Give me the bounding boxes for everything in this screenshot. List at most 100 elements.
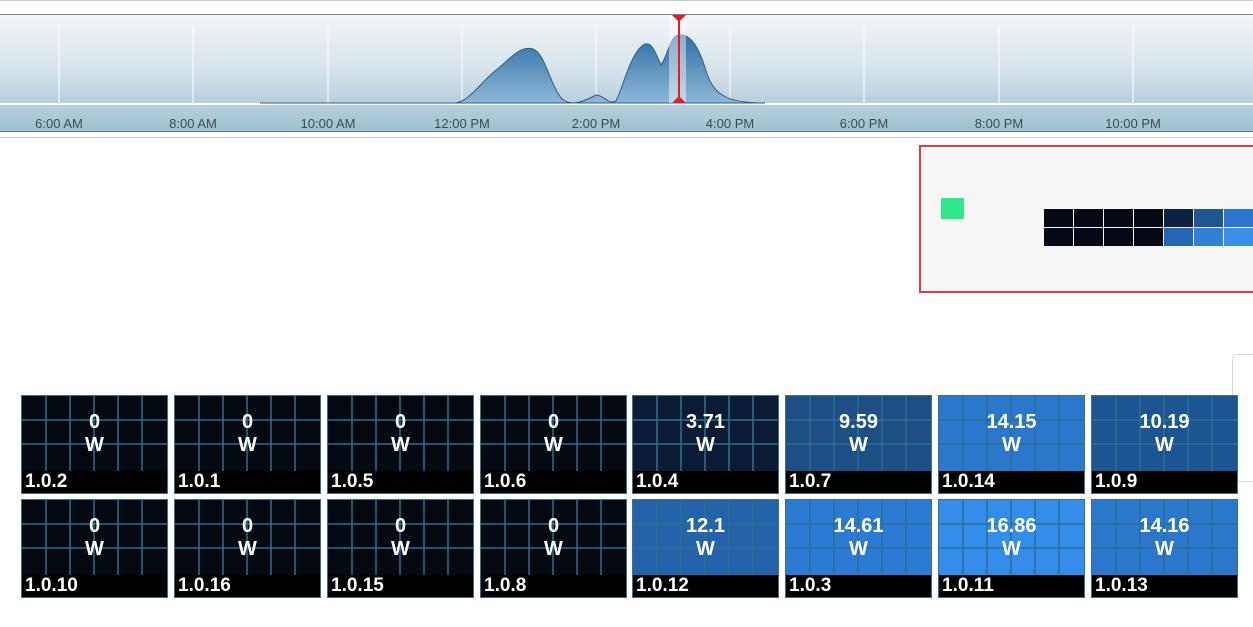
panel-tile[interactable]: 0 W 1.0.6	[480, 395, 627, 494]
tile-power-value: 14.16 W	[1092, 515, 1237, 561]
tile-id-label: 1.0.5	[328, 471, 473, 493]
tile-power-value: 14.15 W	[939, 411, 1084, 457]
panel-tile[interactable]: 10.19 W 1.0.9	[1091, 395, 1238, 494]
legend-scale-cell	[1104, 228, 1133, 246]
tile-power-value: 9.59 W	[786, 411, 931, 457]
panel-tile[interactable]: 14.15 W 1.0.14	[938, 395, 1085, 494]
panel-tile[interactable]: 16.86 W 1.0.11	[938, 499, 1085, 598]
power-unit: W	[1155, 538, 1174, 560]
tile-id-label: 1.0.7	[786, 471, 931, 493]
legend-swatch	[941, 198, 964, 219]
power-number: 3.71	[686, 411, 725, 433]
tile-id-label: 1.0.15	[328, 575, 473, 597]
tile-id-label: 1.0.16	[175, 575, 320, 597]
tile-power-value: 14.61 W	[786, 515, 931, 561]
power-number: 16.86	[986, 515, 1037, 537]
top-border	[0, 0, 1253, 1]
legend-color-scale	[1044, 209, 1253, 246]
legend-scale-cell	[1074, 228, 1103, 246]
selection-window[interactable]	[669, 15, 686, 103]
tile-id-label: 1.0.9	[1092, 471, 1237, 493]
power-unit: W	[1002, 538, 1021, 560]
legend-scale-cell	[1104, 209, 1133, 227]
power-unit: W	[1002, 434, 1021, 456]
power-unit: W	[1155, 434, 1174, 456]
tile-power-value: 0W	[22, 515, 167, 561]
panel-tile[interactable]: 14.16 W 1.0.13	[1091, 499, 1238, 598]
tile-power-value: 0W	[328, 515, 473, 561]
panel-tile[interactable]: 12.1 W 1.0.12	[632, 499, 779, 598]
tile-id-label: 1.0.6	[481, 471, 626, 493]
timeline-chart[interactable]: 6:00 AM 8:00 AM 10:00 AM 12:00 PM 2:00 PM 4:0…	[0, 15, 1253, 131]
panel-tile[interactable]: 0 W 1.0.1	[174, 395, 321, 494]
time-axis-label: 2:00 PM	[572, 116, 620, 131]
power-unit: W	[544, 538, 563, 560]
tile-id-label: 1.0.3	[786, 575, 931, 597]
power-number: 0	[394, 515, 407, 537]
legend-scale-cell	[1134, 228, 1163, 246]
panel-tile[interactable]: 14.61 W 1.0.3	[785, 499, 932, 598]
power-unit: W	[85, 434, 104, 456]
power-unit: W	[391, 434, 410, 456]
legend-scale-cell	[1224, 228, 1253, 246]
legend-scale-cell	[1074, 209, 1103, 227]
power-number: 10.19	[1139, 411, 1190, 433]
power-number: 14.61	[833, 515, 884, 537]
power-unit: W	[696, 434, 715, 456]
power-unit: W	[391, 538, 410, 560]
tile-id-label: 1.0.11	[939, 575, 1084, 597]
tile-power-value: 0W	[481, 515, 626, 561]
legend-scale-cell	[1134, 209, 1163, 227]
tile-power-value: 3.71 W	[633, 411, 778, 457]
timeline-navigator[interactable]: 6:00 AM 8:00 AM 10:00 AM 12:00 PM 2:00 PM 4:0…	[0, 14, 1253, 132]
legend-scale-cell	[1194, 228, 1223, 246]
legend-scale-cell	[1194, 209, 1223, 227]
power-unit: W	[544, 434, 563, 456]
power-unit: W	[85, 538, 104, 560]
tile-power-value: 0W	[175, 411, 320, 457]
tile-id-label: 1.0.13	[1092, 575, 1237, 597]
time-axis-label: 10:00 AM	[301, 116, 356, 131]
panel-tile[interactable]: 0 W 1.0.2	[21, 395, 168, 494]
power-number: 12.1	[686, 515, 725, 537]
power-number: 0	[88, 515, 101, 537]
tile-power-value: 0W	[22, 411, 167, 457]
power-number: 14.16	[1139, 515, 1190, 537]
legend-scale-cell	[1044, 209, 1073, 227]
color-legend-panel	[919, 145, 1253, 293]
panel-tile[interactable]: 0 W 1.0.15	[327, 499, 474, 598]
legend-scale-cell	[1164, 209, 1193, 227]
power-number: 0	[547, 411, 560, 433]
separator	[0, 137, 1253, 138]
power-unit: W	[696, 538, 715, 560]
tile-power-value: 0W	[175, 515, 320, 561]
power-unit: W	[238, 538, 257, 560]
activity-area	[260, 34, 766, 104]
time-axis-label: 4:00 PM	[706, 116, 754, 131]
legend-scale-cell	[1164, 228, 1193, 246]
legend-scale-cell	[1224, 209, 1253, 227]
power-number: 0	[394, 411, 407, 433]
panel-tile[interactable]: 0 W 1.0.16	[174, 499, 321, 598]
tile-power-value: 12.1 W	[633, 515, 778, 561]
panel-tile[interactable]: 0 W 1.0.5	[327, 395, 474, 494]
power-unit: W	[849, 538, 868, 560]
tile-id-label: 1.0.4	[633, 471, 778, 493]
panel-tile[interactable]: 0 W 1.0.8	[480, 499, 627, 598]
tile-power-value: 10.19 W	[1092, 411, 1237, 457]
power-number: 9.59	[839, 411, 878, 433]
power-number: 0	[88, 411, 101, 433]
panel-tile[interactable]: 0 W 1.0.10	[21, 499, 168, 598]
tile-power-value: 0W	[328, 411, 473, 457]
time-axis-label: 12:00 PM	[434, 116, 490, 131]
tile-id-label: 1.0.10	[22, 575, 167, 597]
tile-id-label: 1.0.2	[22, 471, 167, 493]
tile-id-label: 1.0.8	[481, 575, 626, 597]
time-axis-label: 6:00 PM	[840, 116, 888, 131]
time-axis-label: 8:00 AM	[169, 116, 217, 131]
power-number: 0	[547, 515, 560, 537]
panel-tile[interactable]: 3.71 W 1.0.4	[632, 395, 779, 494]
tile-power-value: 0W	[481, 411, 626, 457]
time-axis-label: 6:00 AM	[35, 116, 83, 131]
panel-tile[interactable]: 9.59 W 1.0.7	[785, 395, 932, 494]
